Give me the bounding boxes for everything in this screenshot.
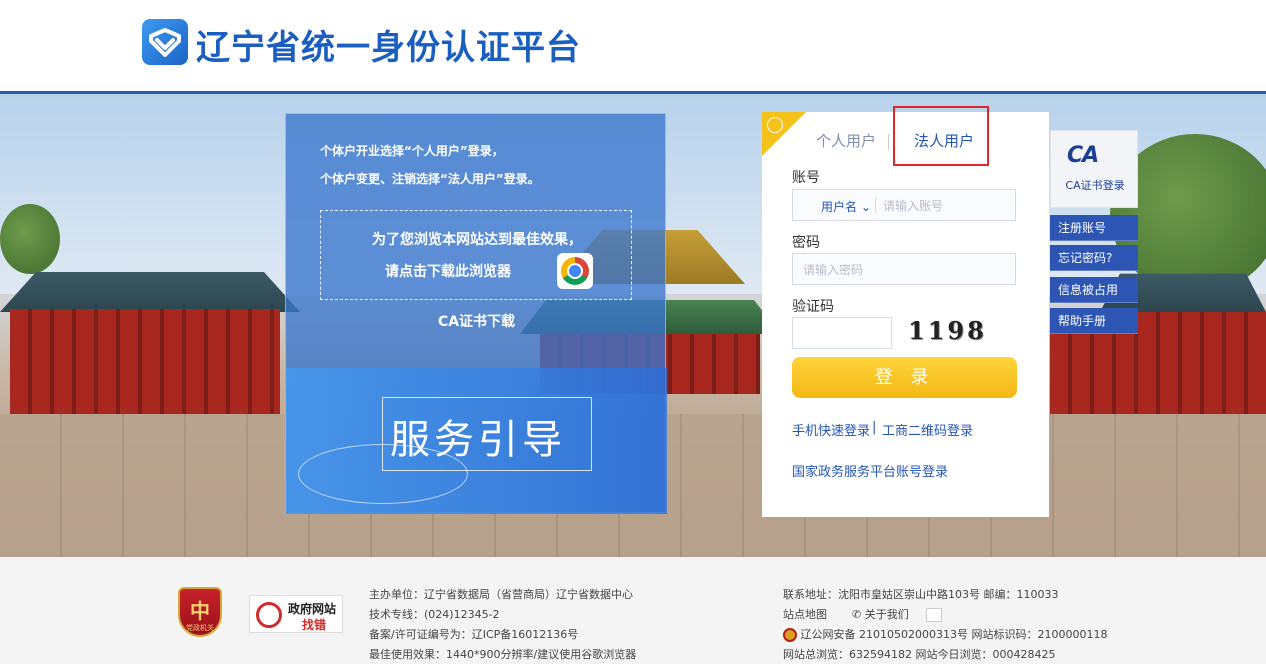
password-field[interactable]: 请输入密码 [792,253,1016,285]
service-guide-button[interactable]: 服务引导 [390,407,566,465]
password-input[interactable]: 请输入密码 [803,261,863,278]
magnifier-icon [256,602,282,628]
party-government-badge[interactable]: 中 党政机关 [178,587,222,637]
tab-personal-user[interactable]: 个人用户 [816,130,876,151]
info-occupied-button[interactable]: 信息被占用 [1050,277,1138,303]
account-type-select[interactable]: 用户名 ⌄ [821,198,871,215]
captcha-label: 验证码 [792,299,834,315]
tree [0,204,60,274]
about-us-link[interactable]: 关于我们 [865,608,909,621]
cnzz-stats-icon[interactable] [925,608,942,622]
phone-icon: ✆ [852,608,862,621]
guide-tip: 个体户开业选择“个人用户”登录， [320,144,504,158]
download-browser-link[interactable]: 请点击下载此浏览器 [385,261,511,281]
forgot-password-button[interactable]: 忘记密码? [1050,245,1138,271]
account-input[interactable]: 请输入账号 [883,197,943,214]
service-guide-panel: 个体户开业选择“个人用户”登录， 个体户变更、注销选择“法人用户”登录。 为了您… [285,113,667,514]
help-manual-button[interactable]: 帮助手册 [1050,308,1138,334]
user-icon [767,117,783,133]
party-badge-label: 党政机关 [186,624,214,632]
red-wall [10,309,280,414]
field-divider [875,197,876,214]
login-button[interactable]: 登 录 [792,357,1017,398]
account-field[interactable]: 用户名 ⌄ 请输入账号 [792,189,1016,221]
ca-logo-icon: CA [1067,143,1099,168]
footer-best-usage: 最佳使用效果：1440*900分辨率/建议使用谷歌浏览器 [369,648,637,661]
link-separator: | [872,420,877,435]
captcha-image[interactable]: 1198 [908,316,987,345]
footer-stats: 网站总浏览：632594182 网站今日浏览：000428425 [783,648,1056,661]
party-emblem-icon: 中 [190,599,210,623]
footer-icp[interactable]: 备案/许可证编号为：辽ICP备16012136号 [369,626,578,642]
gov-badge-line2: 找错 [302,618,327,632]
footer-links: 站点地图 ✆ 关于我们 [783,606,942,622]
browser-download-box: 为了您浏览本网站达到最佳效果， 请点击下载此浏览器 [320,210,632,300]
site-header: 辽宁省统一身份认证平台 [0,0,1266,92]
gov-website-error-report-badge[interactable]: 政府网站 找错 [249,595,343,633]
captcha-input[interactable] [792,317,892,349]
police-badge-icon [783,628,797,642]
guide-tip: 个体户变更、注销选择“法人用户”登录。 [320,172,540,186]
tab-highlight-box [893,106,989,166]
register-account-button[interactable]: 注册账号 [1050,215,1138,241]
chrome-icon[interactable] [557,253,593,289]
ca-login-label: CA证书登录 [1065,179,1125,192]
mobile-login-link[interactable]: 手机快速登录 [792,420,870,439]
site-footer: 中 党政机关 政府网站 找错 主办单位：辽宁省数据局（省营商局）辽宁省数据中心 … [0,557,1266,664]
security-record-link[interactable]: 辽公网安备 21010502000313号 网站标识码：2100000118 [801,628,1108,641]
platform-logo-icon [142,19,188,65]
footer-security: 辽公网安备 21010502000313号 网站标识码：2100000118 [783,626,1107,642]
footer-host: 主办单位：辽宁省数据局（省营商局）辽宁省数据中心 [369,588,633,601]
best-effect-text: 为了您浏览本网站达到最佳效果， [372,232,582,248]
ca-certificate-download-link[interactable]: CA证书下载 [286,311,667,331]
qr-login-link[interactable]: 工商二维码登录 [882,420,973,439]
login-panel: 个人用户 法人用户 账号 用户名 ⌄ 请输入账号 密码 请输入密码 验证码 11… [762,106,1049,517]
password-label: 密码 [792,235,820,251]
gov-badge-line1: 政府网站 [288,602,337,616]
chevron-down-icon: ⌄ [860,200,871,214]
national-platform-login-link[interactable]: 国家政务服务平台账号登录 [792,461,948,480]
account-label: 账号 [792,170,820,186]
ca-certificate-login-button[interactable]: CA CA证书登录 [1050,130,1138,208]
platform-title: 辽宁省统一身份认证平台 [196,28,581,68]
footer-hotline: 技术专线：(024)12345-2 [369,608,500,621]
sitemap-link[interactable]: 站点地图 [783,608,827,621]
tab-divider [888,134,889,150]
footer-address: 联系地址：沈阳市皇姑区崇山中路103号 邮编：110033 [783,588,1059,601]
